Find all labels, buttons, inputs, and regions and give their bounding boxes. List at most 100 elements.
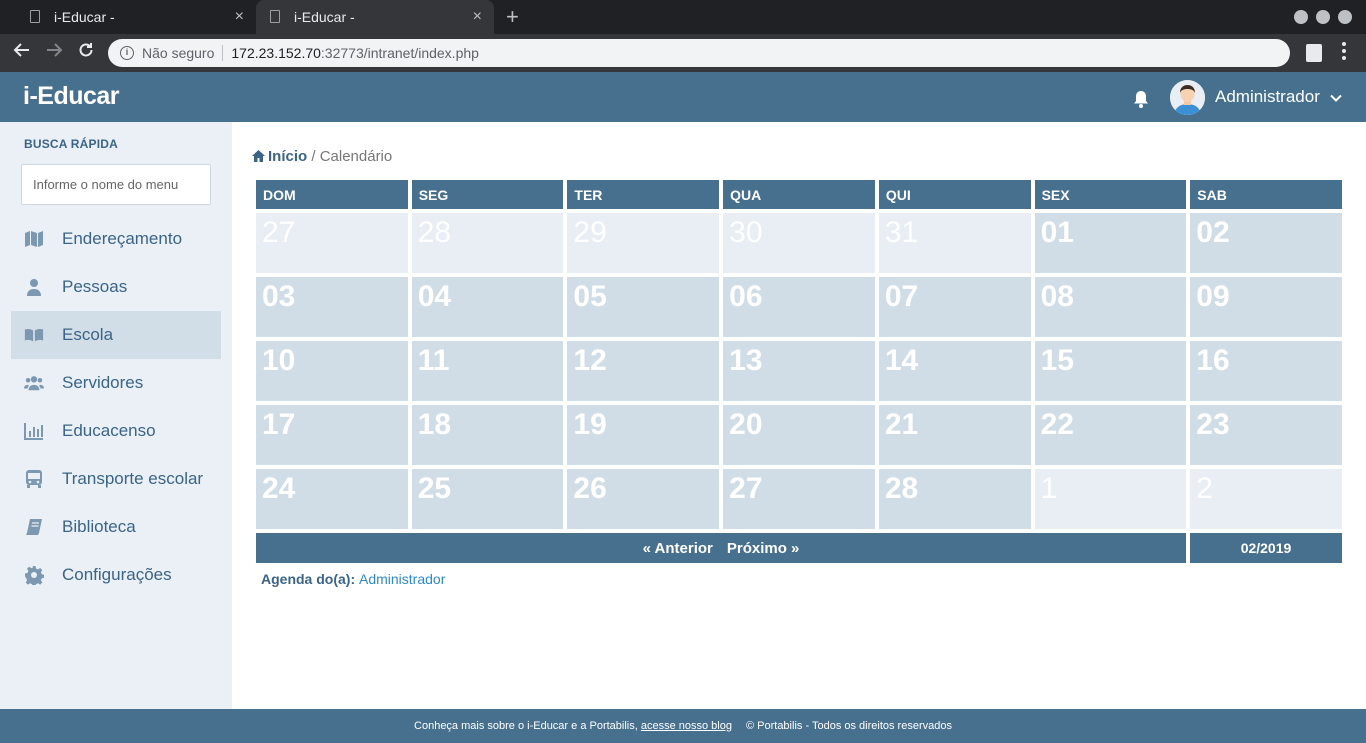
close-tab-icon[interactable]: ×	[473, 8, 482, 26]
browser-toolbar: i Não seguro 172.23.152.70 :32773/intran…	[0, 34, 1366, 72]
weekday-label: SAB	[1190, 180, 1342, 209]
calendar-day[interactable]: 26	[567, 469, 720, 529]
book-open-icon	[24, 325, 44, 345]
url-path: :32773/intranet/index.php	[320, 45, 479, 61]
calendar-day[interactable]: 16	[1190, 341, 1342, 401]
security-label: Não seguro	[142, 45, 215, 61]
reload-icon[interactable]	[74, 41, 98, 64]
app-logo[interactable]: i-Educar	[23, 82, 120, 111]
bus-icon	[24, 469, 44, 489]
calendar-day-outside-month[interactable]: 30	[723, 213, 875, 273]
quick-search-input[interactable]	[21, 164, 211, 205]
browser-tab-active[interactable]: i-Educar - ×	[256, 0, 494, 34]
new-tab-button[interactable]: +	[506, 4, 519, 30]
calendar-day[interactable]: 01	[1034, 213, 1187, 273]
calendar-day[interactable]: 10	[256, 341, 408, 401]
breadcrumb-current: Calendário	[319, 148, 393, 165]
page-icon	[270, 10, 280, 23]
window-controls	[1294, 10, 1352, 24]
calendar: DOM SEG TER QUA QUI SEX SAB 27 28 29 30 31 01…	[256, 180, 1342, 563]
sidebar-item-transporte[interactable]: Transporte escolar	[11, 455, 221, 503]
forward-arrow-icon[interactable]	[42, 41, 66, 64]
weekday-label: DOM	[256, 180, 408, 209]
avatar[interactable]	[1170, 80, 1205, 115]
breadcrumb-home-link[interactable]: Início	[268, 148, 307, 165]
calendar-day[interactable]: 25	[411, 469, 564, 529]
close-window-button[interactable]	[1338, 10, 1352, 24]
address-bar[interactable]: i Não seguro 172.23.152.70 :32773/intran…	[108, 39, 1290, 67]
previous-month-link[interactable]: « Anterior	[643, 540, 713, 557]
calendar-day[interactable]: 13	[723, 341, 875, 401]
breadcrumb-separator: /	[311, 148, 316, 165]
sidebar-item-label: Escola	[62, 325, 114, 344]
sidebar-item-label: Educacenso	[62, 421, 156, 440]
tab-title: i-Educar -	[54, 9, 115, 25]
calendar-day[interactable]: 06	[723, 277, 875, 337]
sidebar-item-biblioteca[interactable]: Biblioteca	[11, 503, 221, 551]
chevron-down-icon[interactable]	[1330, 91, 1342, 103]
close-tab-icon[interactable]: ×	[235, 8, 244, 26]
calendar-day-outside-month[interactable]: 1	[1034, 469, 1187, 529]
calendar-day[interactable]: 24	[256, 469, 408, 529]
agenda-user-link[interactable]: Administrador	[359, 571, 445, 587]
calendar-day[interactable]: 21	[878, 405, 1031, 465]
tab-title: i-Educar -	[294, 9, 355, 25]
calendar-day[interactable]: 28	[878, 469, 1031, 529]
calendar-day-outside-month[interactable]: 2	[1190, 469, 1342, 529]
info-icon[interactable]: i	[120, 46, 134, 60]
calendar-day[interactable]: 22	[1034, 405, 1187, 465]
browser-tab[interactable]: i-Educar - ×	[16, 0, 256, 34]
calendar-day[interactable]: 17	[256, 405, 408, 465]
sidebar-item-label: Biblioteca	[62, 517, 136, 536]
calendar-footer: « Anterior Próximo » 02/2019	[256, 533, 1342, 563]
sidebar-item-pessoas[interactable]: Pessoas	[11, 263, 221, 311]
calendar-day[interactable]: 18	[411, 405, 564, 465]
footer-blog-link[interactable]: acesse nosso blog	[641, 720, 732, 732]
maximize-button[interactable]	[1316, 10, 1330, 24]
calendar-grid: 27 28 29 30 31 01 02 03 04 05 06 07 08 09 10 11 12 13 14 15…	[256, 213, 1342, 529]
calendar-day[interactable]: 02	[1190, 213, 1342, 273]
calendar-day-outside-month[interactable]: 28	[411, 213, 564, 273]
weekday-label: SEX	[1034, 180, 1187, 209]
browser-tab-bar: i-Educar - × i-Educar - × +	[0, 0, 1366, 34]
calendar-day[interactable]: 19	[567, 405, 720, 465]
calendar-day-outside-month[interactable]: 29	[567, 213, 720, 273]
weekday-label: SEG	[411, 180, 564, 209]
weekday-label: QUA	[723, 180, 875, 209]
calendar-day[interactable]: 03	[256, 277, 408, 337]
calendar-day-outside-month[interactable]: 31	[878, 213, 1031, 273]
calendar-day[interactable]: 12	[567, 341, 720, 401]
sidebar-item-label: Endereçamento	[62, 229, 183, 248]
bell-icon[interactable]	[1131, 89, 1149, 109]
agenda-label: Agenda do(a):	[261, 571, 356, 587]
extension-icon[interactable]	[1306, 44, 1322, 62]
person-icon	[24, 277, 44, 297]
divider	[222, 45, 224, 61]
calendar-day-outside-month[interactable]: 27	[256, 213, 408, 273]
back-arrow-icon[interactable]	[10, 41, 34, 64]
calendar-day[interactable]: 04	[411, 277, 564, 337]
calendar-day[interactable]: 15	[1034, 341, 1187, 401]
calendar-day[interactable]: 11	[411, 341, 564, 401]
next-month-link[interactable]: Próximo »	[727, 540, 800, 557]
calendar-day[interactable]: 20	[723, 405, 875, 465]
sidebar-item-escola[interactable]: Escola	[11, 311, 221, 359]
sidebar-item-servidores[interactable]: Servidores	[11, 359, 221, 407]
calendar-day[interactable]: 14	[878, 341, 1031, 401]
calendar-day[interactable]: 23	[1190, 405, 1342, 465]
minimize-button[interactable]	[1294, 10, 1308, 24]
browser-menu-icon[interactable]	[1342, 42, 1348, 63]
calendar-weekday-header: DOM SEG TER QUA QUI SEX SAB	[256, 180, 1342, 209]
sidebar-item-configuracoes[interactable]: Configurações	[11, 551, 221, 599]
calendar-day[interactable]: 05	[567, 277, 720, 337]
user-menu-label[interactable]: Administrador	[1215, 87, 1320, 107]
sidebar-item-enderecamento[interactable]: Endereçamento	[11, 215, 221, 263]
current-month-label: 02/2019	[1190, 533, 1342, 563]
calendar-day[interactable]: 09	[1190, 277, 1342, 337]
url-host: 172.23.152.70	[231, 45, 321, 61]
agenda-line: Agenda do(a): Administrador	[261, 571, 445, 587]
calendar-day[interactable]: 08	[1034, 277, 1187, 337]
calendar-day[interactable]: 07	[878, 277, 1031, 337]
calendar-day[interactable]: 27	[723, 469, 875, 529]
sidebar-item-educacenso[interactable]: Educacenso	[11, 407, 221, 455]
